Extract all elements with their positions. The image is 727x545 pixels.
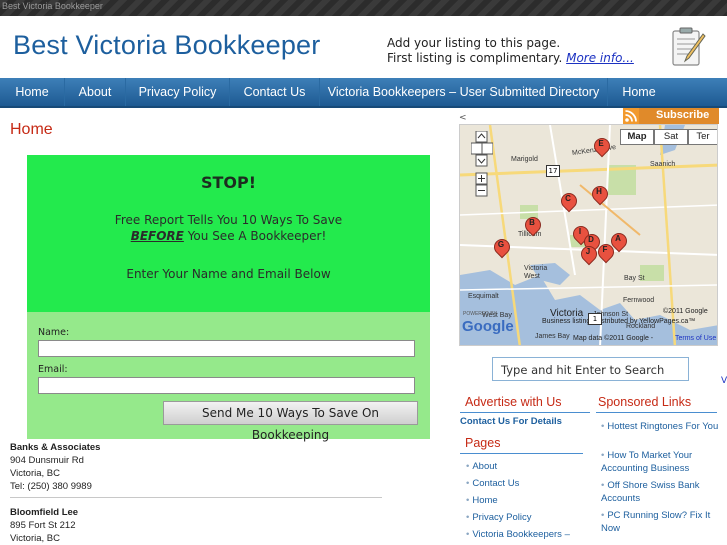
page-title: Home <box>10 121 53 138</box>
advertise-heading: Advertise with Us <box>465 395 562 409</box>
nav-home-2[interactable]: Home <box>608 78 670 106</box>
name-field[interactable] <box>38 340 415 357</box>
listing-phone: Tel: (250) 380 9989 <box>10 481 92 492</box>
name-label: Name: <box>38 327 70 338</box>
pages-item-home[interactable]: • Home <box>466 494 498 507</box>
map-label: Esquimalt <box>468 293 499 300</box>
map-label: Victoria West <box>524 265 548 280</box>
map-business-credit: Business listings distributed by YellowP… <box>542 318 696 325</box>
rss-icon <box>623 108 639 124</box>
sponsored-link[interactable]: • PC Running Slow? Fix It Now <box>601 509 719 535</box>
sponsored-link[interactable]: • Hottest Ringtones For You <box>601 420 719 433</box>
listing-address: 904 Dunsmuir Rd <box>10 455 84 466</box>
map-data-credit: Map data ©2011 Google - <box>573 335 654 342</box>
sponsored-link[interactable]: • How To Market Your Accounting Business <box>601 449 719 475</box>
nav-privacy-policy[interactable]: Privacy Policy <box>126 78 230 106</box>
contact-details-link[interactable]: Contact Us For Details <box>460 415 562 428</box>
map-copyright: ©2011 Google <box>663 308 708 315</box>
sponsored-link[interactable]: • Off Shore Swiss Bank Accounts <box>601 479 719 505</box>
map-pan-zoom-control[interactable] <box>471 131 493 203</box>
listing-item: Banks & Associates 904 Dunsmuir Rd Victo… <box>10 441 100 493</box>
search-box[interactable]: Type and hit Enter to Search <box>492 357 689 381</box>
sponsored-heading: Sponsored Links <box>598 395 692 409</box>
pages-item-contact-us[interactable]: • Contact Us <box>466 477 519 490</box>
nav-about[interactable]: About <box>65 78 126 106</box>
pages-heading: Pages <box>465 436 501 450</box>
subscribe-label: Subscribe <box>656 109 710 121</box>
site-title[interactable]: Best Victoria Bookkeeper <box>13 30 320 61</box>
pages-rule <box>460 453 583 454</box>
pages-item-directory[interactable]: • Victoria Bookkeepers – <box>466 528 570 541</box>
map-scroll-left-arrow[interactable]: < <box>459 113 467 123</box>
map-label: Saanich <box>650 161 676 168</box>
listing-divider <box>10 497 382 498</box>
map-marker-j[interactable]: J <box>581 246 595 266</box>
stop-title: STOP! <box>200 173 257 192</box>
page: Best Victoria Bookkeeper Best Victoria B… <box>0 0 727 545</box>
map-powered-by: POWERED BY <box>463 311 497 317</box>
top-bar: Best Victoria Bookkeeper <box>0 0 727 16</box>
map-label: Fernwood <box>623 297 655 304</box>
advertise-rule <box>460 412 590 413</box>
search-input[interactable]: Type and hit Enter to Search <box>501 363 664 377</box>
google-logo: Google <box>462 318 514 335</box>
map-marker-e[interactable]: E <box>594 138 608 158</box>
stop-box: STOP! Free Report Tells You 10 Ways To S… <box>27 155 430 312</box>
notepad-icon <box>672 27 706 66</box>
sponsored-rule <box>596 412 717 413</box>
map-marker-h[interactable]: H <box>592 186 606 206</box>
stop-line-1: Free Report Tells You 10 Ways To Save <box>114 213 343 227</box>
google-map[interactable]: Map Sat Ter Marigold McKenzie Ave Saanic… <box>459 124 718 346</box>
map-tab-satellite[interactable]: Sat <box>654 129 688 145</box>
top-bar-label: Best Victoria Bookkeeper <box>2 1 103 11</box>
listing-address: 895 Fort St 212 <box>10 520 76 531</box>
pages-item-privacy-policy[interactable]: • Privacy Policy <box>466 511 531 524</box>
map-label: Bay St <box>624 275 645 282</box>
listing-city: Victoria, BC <box>10 468 60 479</box>
map-label: Marigold <box>511 156 538 163</box>
highway-shield: 1 <box>588 313 602 325</box>
map-tab-map[interactable]: Map <box>620 129 654 145</box>
map-terms-link[interactable]: Terms of Use <box>675 335 716 342</box>
stop-line-2: BEFORE You See A Bookkeeper! <box>130 229 327 243</box>
pages-item-about[interactable]: • About <box>466 460 497 473</box>
stop-line-3: Enter Your Name and Email Below <box>126 267 331 281</box>
header: Best Victoria Bookkeeper Add your listin… <box>0 16 727 78</box>
optin-form: Name: Email: Send Me 10 Ways To Save On … <box>27 312 430 442</box>
listing-promo: Add your listing to this page. First lis… <box>387 36 634 66</box>
map-tab-terrain[interactable]: Ter <box>688 129 717 145</box>
map-marker-g[interactable]: G <box>494 239 508 259</box>
map-marker-f[interactable]: F <box>598 244 612 264</box>
map-marker-b[interactable]: B <box>525 217 539 237</box>
highway-shield: 17 <box>546 165 560 177</box>
listing-city: Victoria, BC <box>10 533 60 544</box>
submit-button[interactable]: Send Me 10 Ways To Save On Bookkeeping <box>163 401 418 442</box>
promo-line-2: First listing is complimentary. More inf… <box>387 51 634 65</box>
nav-user-directory[interactable]: Victoria Bookkeepers – User Submitted Di… <box>320 78 608 106</box>
listing-name: Banks & Associates <box>10 442 101 453</box>
listing-item: Bloomfield Lee 895 Fort St 212 Victoria,… <box>10 506 78 545</box>
nav-contact-us[interactable]: Contact Us <box>230 78 320 106</box>
nav-home[interactable]: Home <box>0 78 65 106</box>
main-nav: Home About Privacy Policy Contact Us Vic… <box>0 78 727 108</box>
email-label: Email: <box>38 364 68 375</box>
map-marker-c[interactable]: C <box>561 193 575 213</box>
subscribe-button[interactable]: Subscribe <box>623 108 719 124</box>
email-field[interactable] <box>38 377 415 394</box>
map-side-marker: V <box>721 376 727 386</box>
promo-line-1: Add your listing to this page. <box>387 36 561 50</box>
map-label: James Bay <box>535 333 570 340</box>
more-info-link[interactable]: More info... <box>566 51 634 65</box>
listing-name: Bloomfield Lee <box>10 507 79 518</box>
